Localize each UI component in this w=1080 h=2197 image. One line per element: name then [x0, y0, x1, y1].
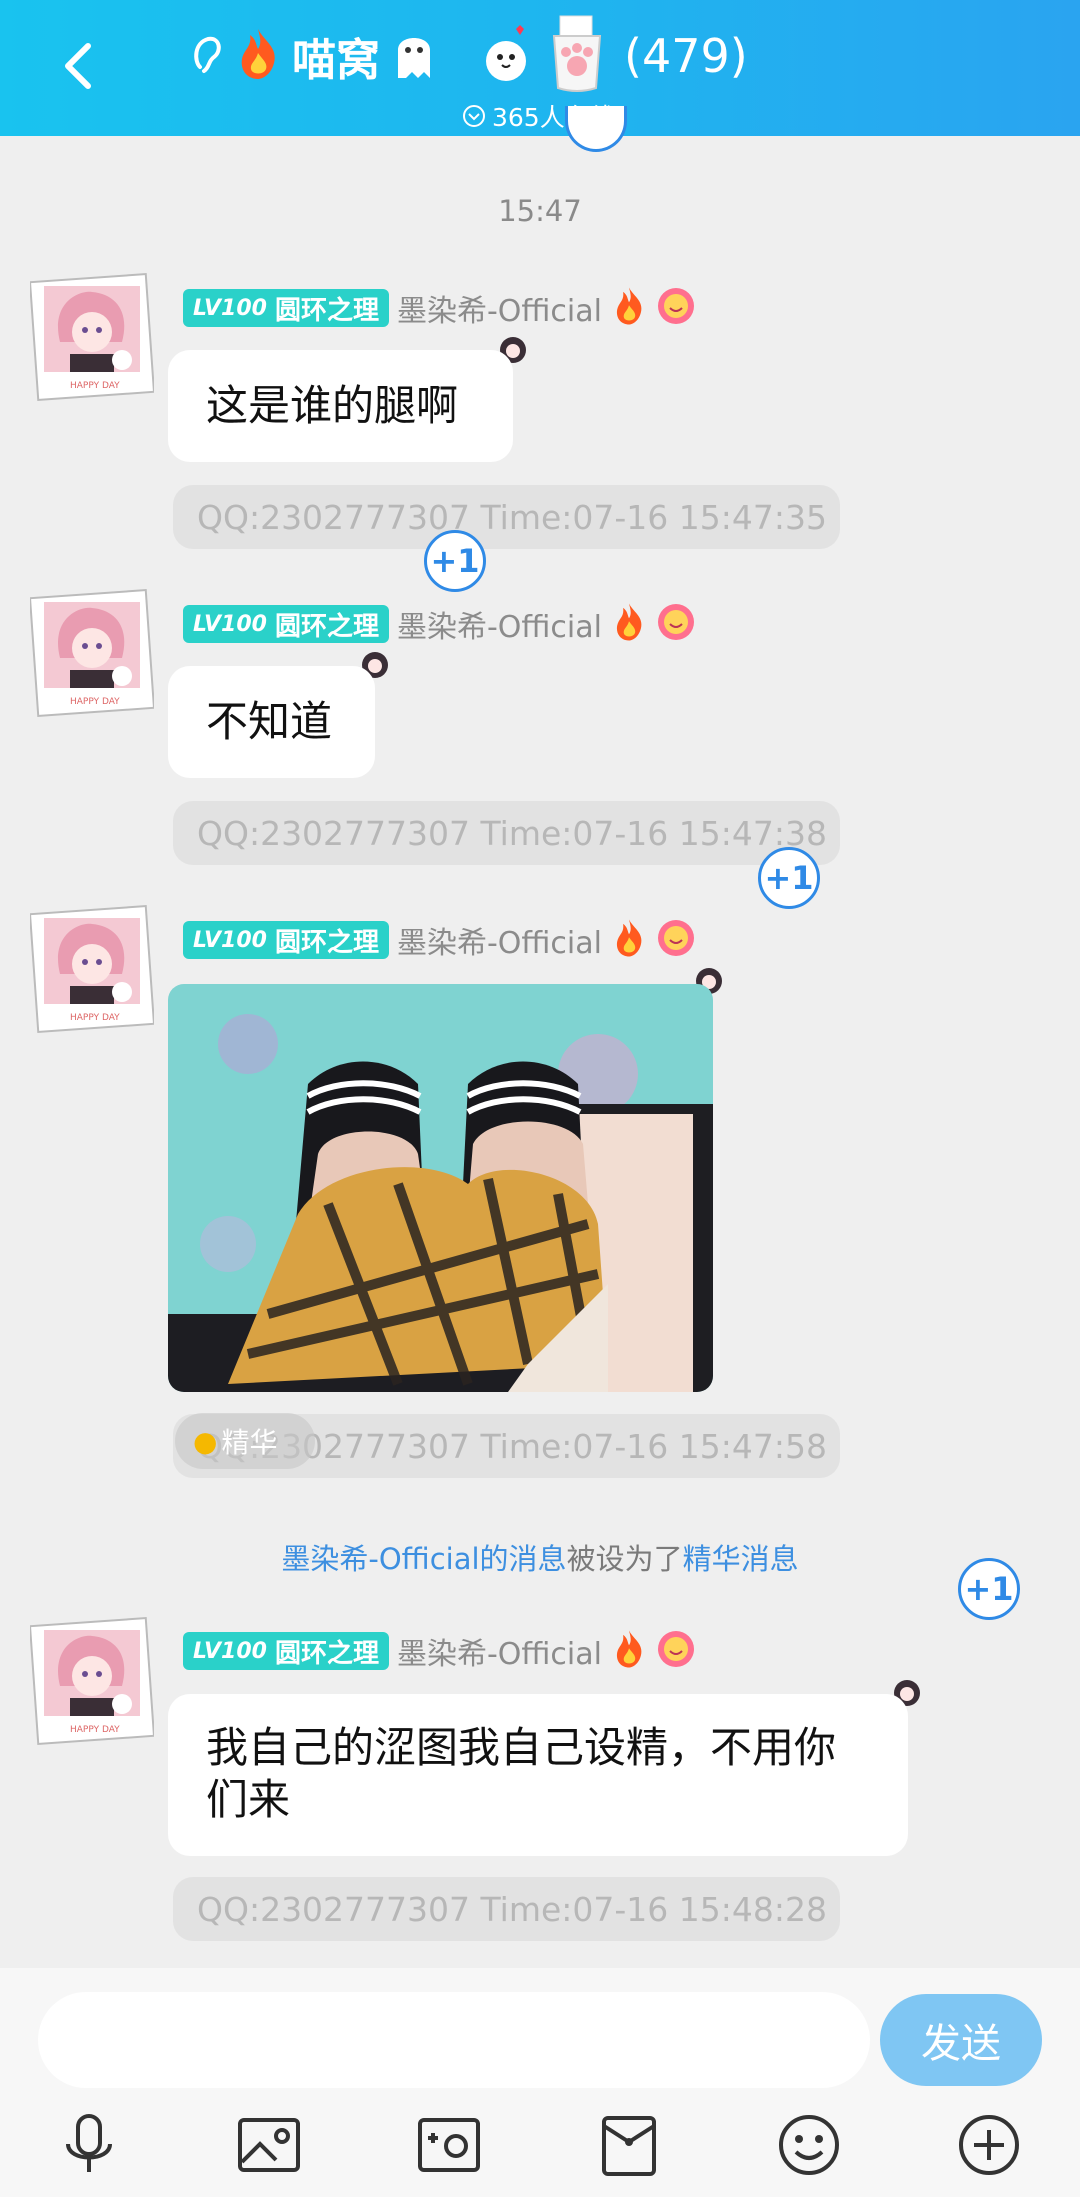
- message-meta: QQ:2302777307 Time:07-16 15:48:28: [173, 1877, 840, 1941]
- camera-button[interactable]: [412, 2108, 486, 2182]
- microphone-icon: [66, 2114, 112, 2172]
- smiley-badge-icon: [656, 1629, 696, 1673]
- sender-line: LV100 圆环之理 墨染希-Official: [183, 1629, 696, 1673]
- fire-icon: [610, 286, 648, 330]
- level-tag: LV100 圆环之理: [183, 605, 389, 643]
- group-name: 喵窝: [292, 35, 380, 86]
- sender-name[interactable]: 墨染希-Official: [397, 602, 602, 646]
- fire-icon: [234, 27, 282, 85]
- ghost-icon: [390, 28, 438, 84]
- image-button[interactable]: [232, 2108, 306, 2182]
- smiley-badge-icon: [656, 286, 696, 330]
- notice-sender-link[interactable]: 墨染希-Official的消息: [281, 1542, 566, 1576]
- back-button[interactable]: [52, 38, 108, 94]
- sender-name[interactable]: 墨染希-Official: [397, 918, 602, 962]
- red-packet-button[interactable]: [592, 2108, 666, 2182]
- plus-one-button[interactable]: +1: [424, 530, 486, 592]
- plus-one-button[interactable]: [565, 106, 627, 152]
- camera-icon: [418, 2118, 480, 2172]
- message-bubble[interactable]: 不知道: [168, 666, 375, 778]
- avatar[interactable]: HAPPY DAY: [28, 904, 156, 1034]
- member-count: (479): [624, 29, 748, 83]
- chat-header: 喵窝 (479) 365人在线: [0, 0, 1080, 136]
- plus-one-button[interactable]: +1: [958, 1558, 1020, 1620]
- system-notice: 墨染希-Official的消息被设为了精华消息: [281, 1542, 799, 1576]
- message-meta: QQ:2302777307 Time:07-16 15:47:35: [173, 485, 840, 549]
- sender-line: LV100 圆环之理 墨染希-Official: [183, 918, 696, 962]
- sender-line: LV100 圆环之理 墨染希-Official: [183, 286, 696, 330]
- notice-essence-link[interactable]: 精华消息: [683, 1542, 799, 1576]
- smiley-badge-icon: [656, 918, 696, 962]
- message-bubble[interactable]: 这是谁的腿啊: [168, 350, 513, 462]
- input-area: 发送: [0, 1968, 1080, 2197]
- plus-icon: [959, 2115, 1019, 2175]
- fire-icon: [610, 918, 648, 962]
- flame-small-icon: ●: [193, 1424, 218, 1458]
- level-tag: LV100 圆环之理: [183, 921, 389, 959]
- avatar[interactable]: HAPPY DAY: [28, 1616, 156, 1746]
- sender-line: LV100 圆环之理 墨染希-Official: [183, 602, 696, 646]
- message-bubble[interactable]: 我自己的涩图我自己设精，不用你们来: [168, 1694, 908, 1856]
- image-icon: [238, 2118, 300, 2172]
- cat-paw-cup-icon: [546, 14, 608, 98]
- message-text: 我自己的涩图我自己设精，不用你们来: [206, 1723, 837, 1824]
- svg-text:HAPPY DAY: HAPPY DAY: [70, 697, 120, 707]
- red-packet-icon: [602, 2116, 656, 2176]
- svg-text:HAPPY DAY: HAPPY DAY: [70, 1725, 120, 1735]
- sender-name[interactable]: 墨染希-Official: [397, 286, 602, 330]
- send-button[interactable]: 发送: [880, 1994, 1042, 2086]
- message-input[interactable]: [38, 1992, 870, 2088]
- avatar[interactable]: HAPPY DAY: [28, 272, 156, 402]
- time-divider: 15:47: [498, 194, 582, 228]
- ear-icon: [190, 31, 224, 81]
- svg-text:HAPPY DAY: HAPPY DAY: [70, 1013, 120, 1023]
- avatar[interactable]: HAPPY DAY: [28, 588, 156, 718]
- chevron-down-circle-icon: [463, 105, 485, 127]
- voice-button[interactable]: [52, 2108, 126, 2182]
- more-button[interactable]: [952, 2108, 1026, 2182]
- fire-icon: [610, 1629, 648, 1673]
- plus-one-button[interactable]: +1: [758, 847, 820, 909]
- fire-icon: [610, 602, 648, 646]
- essence-tag: ● 精华: [175, 1413, 315, 1469]
- smiley-badge-icon: [656, 602, 696, 646]
- chevron-left-icon: [65, 43, 91, 89]
- message-photo[interactable]: [168, 984, 713, 1392]
- emoji-icon: [779, 2115, 839, 2175]
- svg-text:HAPPY DAY: HAPPY DAY: [70, 381, 120, 391]
- level-tag: LV100 圆环之理: [183, 289, 389, 327]
- penguin-icon: [476, 23, 536, 89]
- message-text: 这是谁的腿啊: [206, 381, 459, 430]
- level-tag: LV100 圆环之理: [183, 1632, 389, 1670]
- sender-name[interactable]: 墨染希-Official: [397, 1629, 602, 1673]
- message-meta: QQ:2302777307 Time:07-16 15:47:38: [173, 801, 840, 865]
- emoji-button[interactable]: [772, 2108, 846, 2182]
- message-text: 不知道: [206, 697, 333, 746]
- group-title[interactable]: 喵窝 (479): [190, 15, 748, 94]
